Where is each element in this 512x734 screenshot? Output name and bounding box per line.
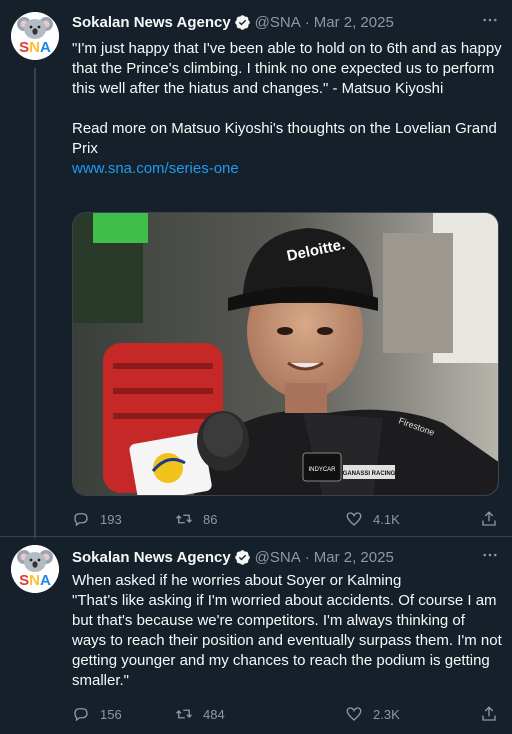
like-button[interactable]: 2.3K <box>345 703 400 725</box>
verified-badge-icon <box>234 14 251 31</box>
tweet-date[interactable]: Mar 2, 2025 <box>314 14 394 31</box>
verified-badge-icon <box>234 549 251 566</box>
tweet[interactable]: SNA Sokalan News Agency @SNA · Mar 2, 20… <box>0 536 512 734</box>
reply-button[interactable]: 156 <box>72 703 122 725</box>
share-button[interactable] <box>480 703 508 725</box>
tweet-image[interactable]: Deloitte. Firestone INDYCAR GANASSI RACI… <box>72 212 499 496</box>
tweet[interactable]: SNA Sokalan News Agency @SNA · Mar 2, 20… <box>0 0 512 538</box>
reply-count: 193 <box>100 511 122 527</box>
like-button[interactable]: 4.1K <box>345 508 400 530</box>
tweet-text: "I'm just happy that I've been able to h… <box>72 39 502 179</box>
retweet-button[interactable]: 86 <box>175 508 217 530</box>
suit-patch-text: INDYCAR <box>308 467 336 473</box>
more-options-icon[interactable] <box>480 545 500 565</box>
tweet-text: When asked if he worries about Soyer or … <box>72 572 502 689</box>
sna-koala-logo: SNA <box>11 545 59 593</box>
author-handle[interactable]: @SNA <box>255 549 301 566</box>
avatar[interactable]: SNA <box>11 12 59 60</box>
share-icon <box>482 706 496 721</box>
share-icon <box>482 511 496 526</box>
avatar-logo-text: SNA <box>19 39 51 56</box>
author-handle[interactable]: @SNA <box>255 14 301 31</box>
share-button[interactable] <box>480 508 508 530</box>
author-name[interactable]: Sokalan News Agency <box>72 549 231 566</box>
retweet-count: 86 <box>203 511 218 527</box>
tweet-text-content: "I'm just happy that I've been able to h… <box>72 40 502 157</box>
retweet-icon <box>176 514 192 524</box>
sna-koala-logo: SNA <box>11 12 59 60</box>
tweet-header: Sokalan News Agency @SNA · Mar 2, 2025 <box>72 546 394 568</box>
reply-button[interactable]: 193 <box>72 508 122 530</box>
retweet-count: 484 <box>203 706 225 722</box>
driver-photo: Deloitte. Firestone INDYCAR GANASSI RACI… <box>73 213 498 495</box>
separator: · <box>304 13 310 31</box>
like-icon <box>346 707 362 721</box>
action-bar: 193 86 4.1K <box>72 508 502 530</box>
tweet-link[interactable]: www.sna.com/series-one <box>72 160 239 177</box>
avatar[interactable]: SNA <box>11 545 59 593</box>
more-options-icon[interactable] <box>480 10 500 30</box>
like-icon <box>346 512 362 526</box>
tweet-date[interactable]: Mar 2, 2025 <box>314 549 394 566</box>
separator: · <box>304 548 310 566</box>
retweet-button[interactable]: 484 <box>175 703 225 725</box>
like-count: 4.1K <box>373 511 400 527</box>
action-bar: 156 484 2.3K <box>72 703 502 725</box>
author-name[interactable]: Sokalan News Agency <box>72 14 231 31</box>
thread-line <box>34 68 36 538</box>
like-count: 2.3K <box>373 706 400 722</box>
suit-sponsor-text: GANASSI RACING <box>343 471 396 477</box>
reply-icon <box>74 513 88 527</box>
avatar-logo-text: SNA <box>19 572 51 589</box>
retweet-icon <box>176 709 192 719</box>
reply-icon <box>74 708 88 722</box>
tweet-header: Sokalan News Agency @SNA · Mar 2, 2025 <box>72 11 394 33</box>
reply-count: 156 <box>100 706 122 722</box>
